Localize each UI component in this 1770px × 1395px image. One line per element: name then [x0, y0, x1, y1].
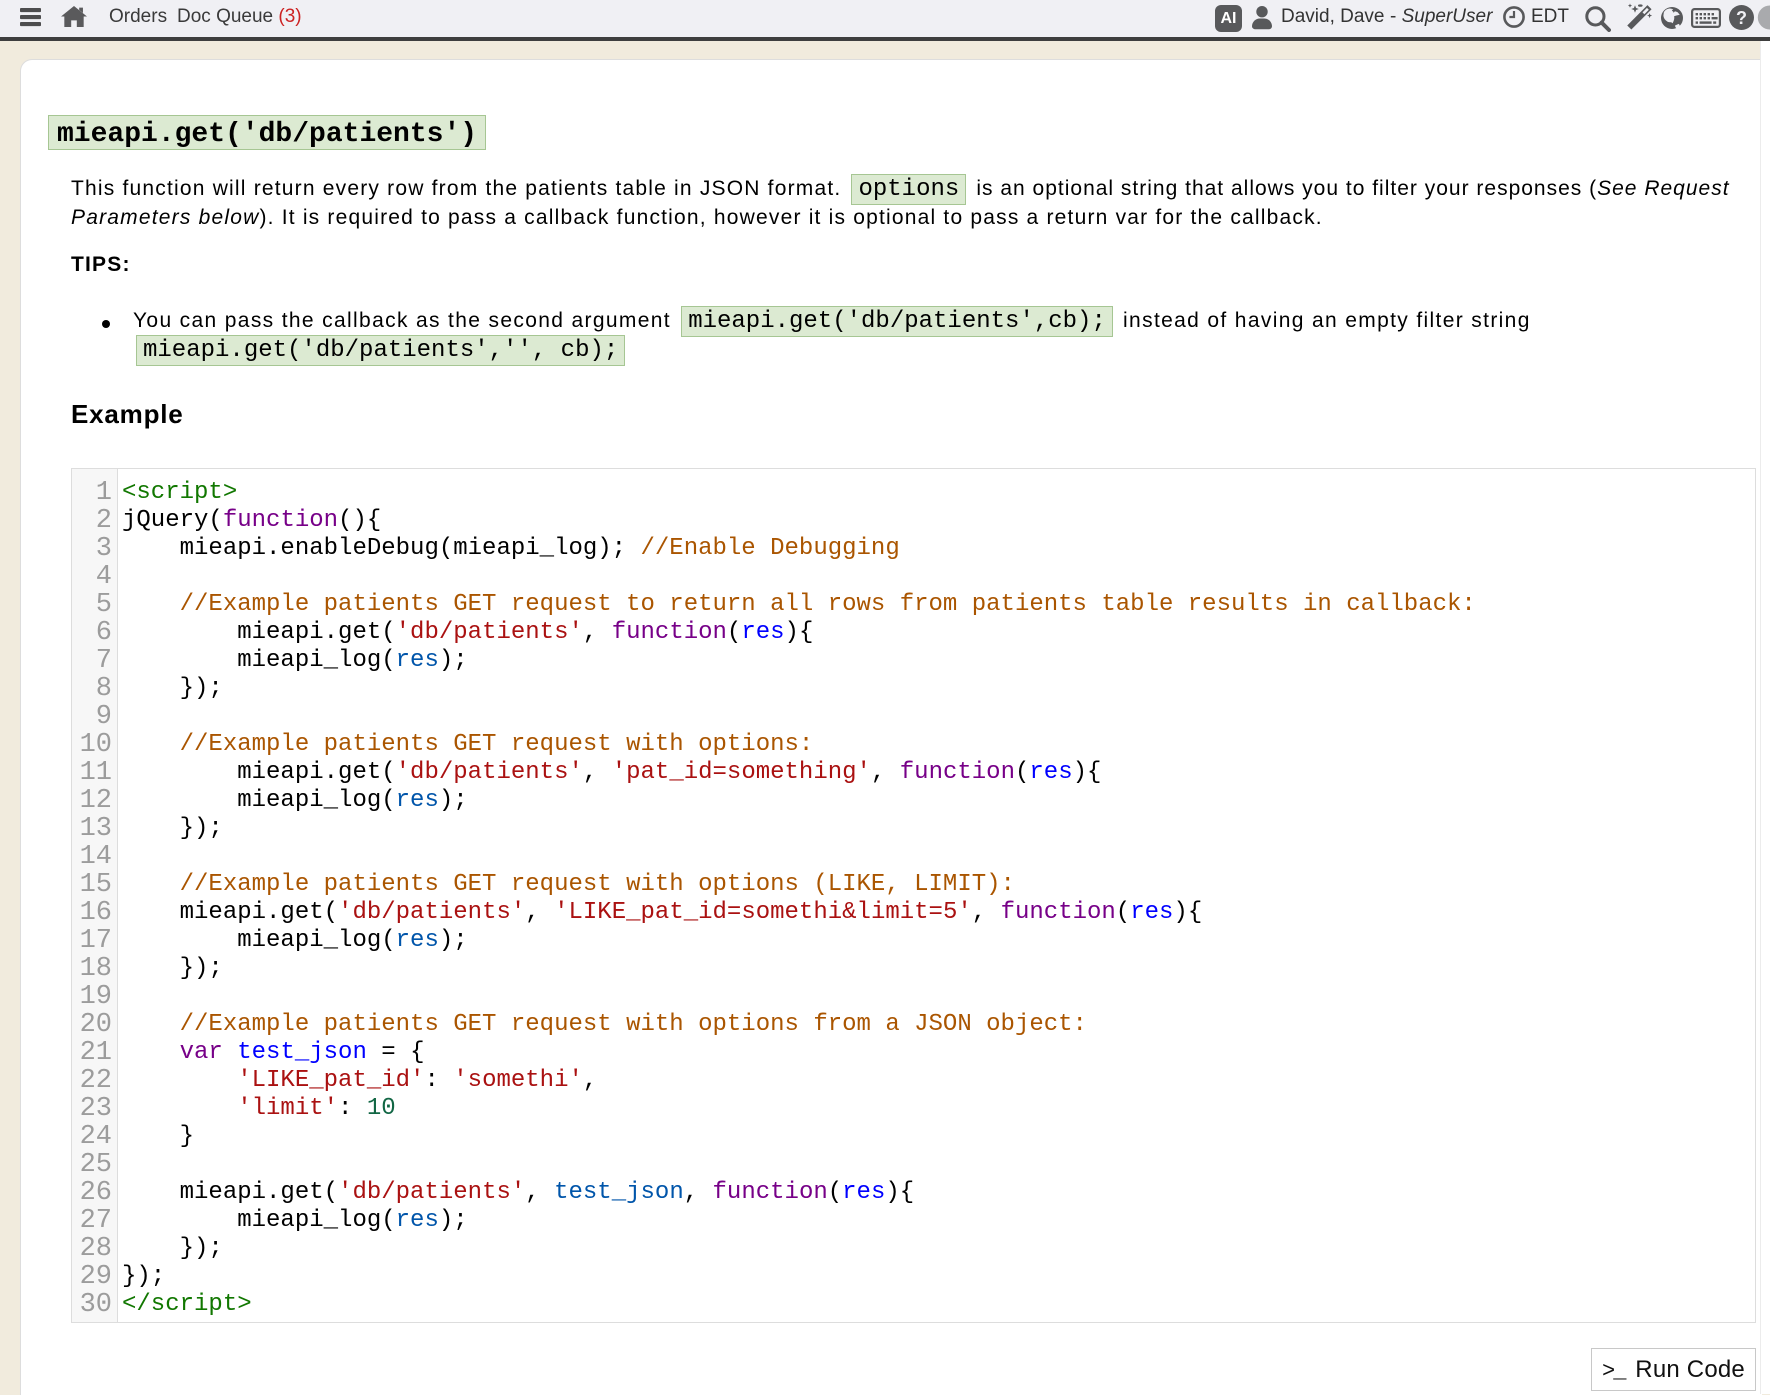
svg-text:?: ?: [1736, 8, 1747, 28]
